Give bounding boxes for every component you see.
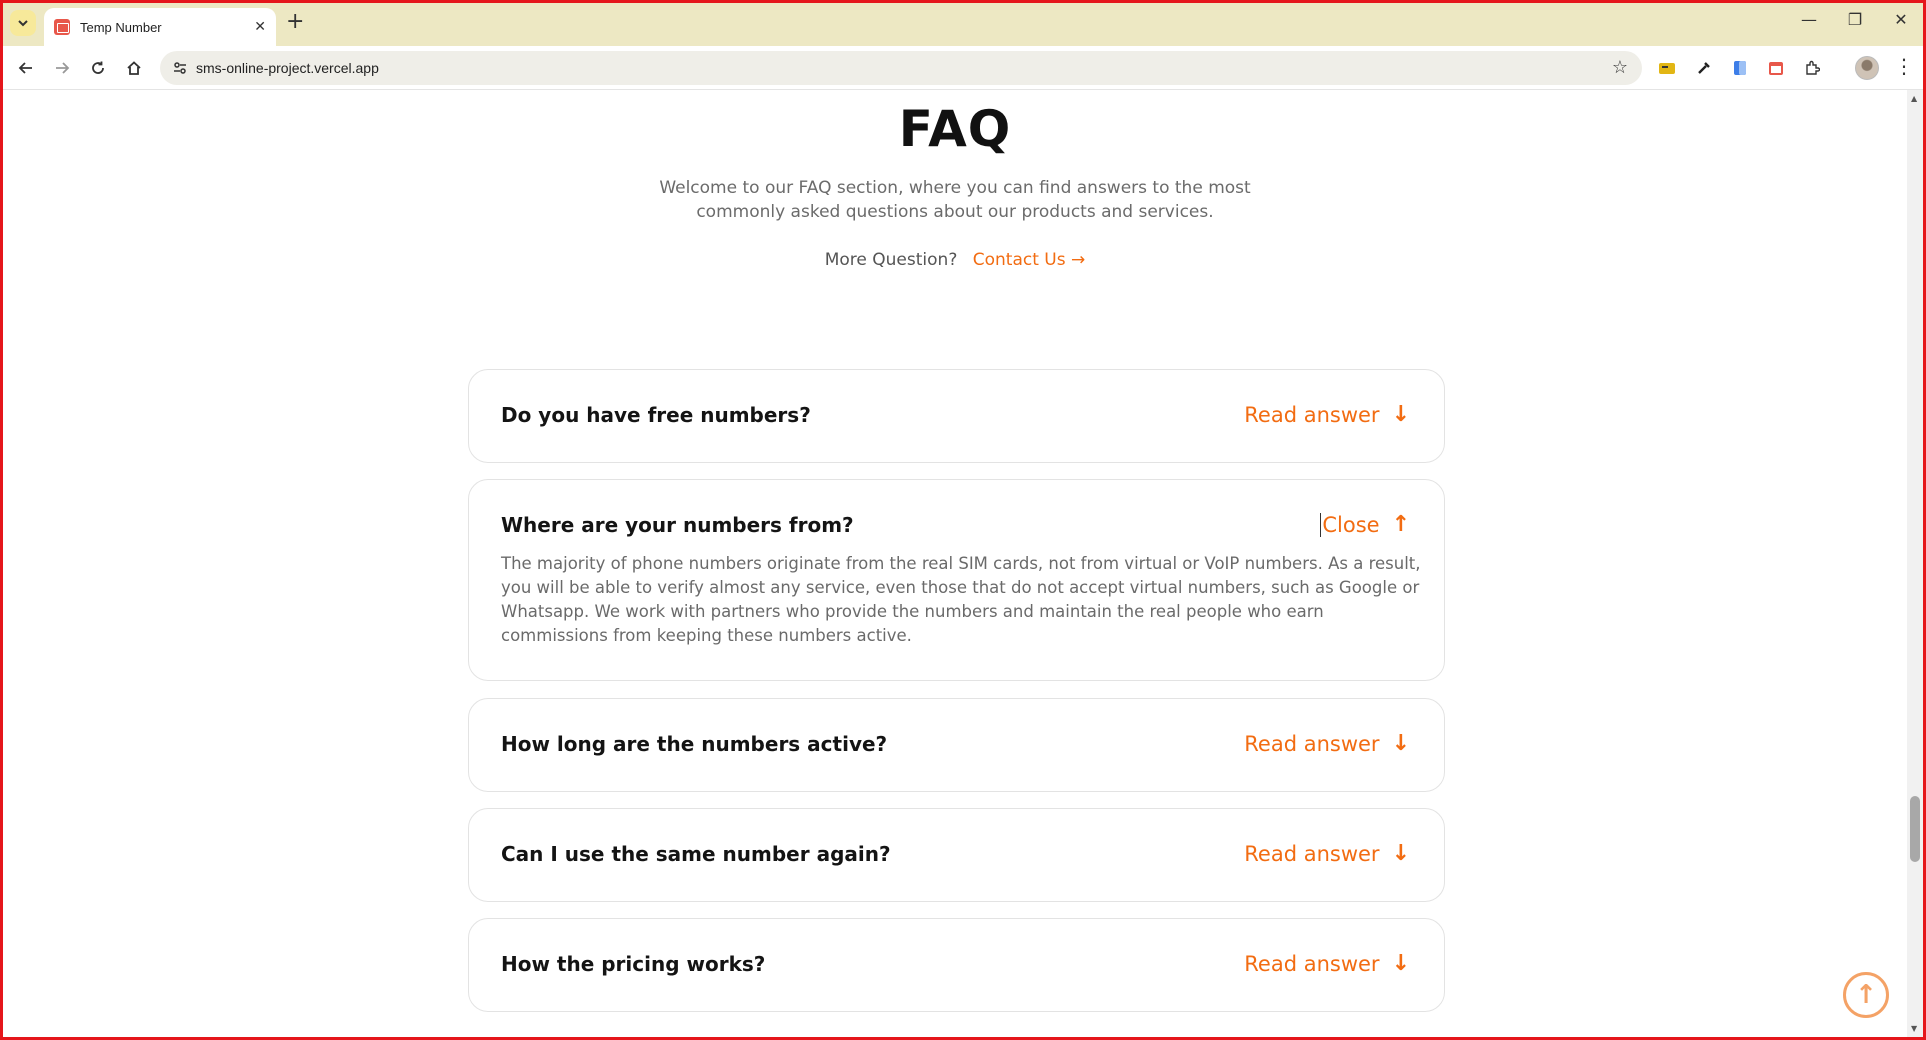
arrow-down-icon: ↓: [1391, 731, 1410, 756]
more-question-label: More Question?: [824, 250, 958, 270]
faq-item[interactable]: Do you have free numbers? Read answer ↓: [468, 369, 1445, 463]
calendar-favicon-icon: [54, 19, 70, 35]
tab-search-button[interactable]: [10, 10, 36, 36]
read-answer-label: Read answer: [1244, 951, 1380, 976]
text-cursor: [1320, 512, 1322, 537]
browser-toolbar: sms-online-project.vercel.app ☆ ⋮: [0, 46, 1926, 90]
close-window-button[interactable]: ✕: [1891, 10, 1911, 29]
arrow-right-icon: [56, 62, 70, 74]
faq-heading: FAQ: [898, 100, 1012, 158]
extension-eyedropper-icon[interactable]: [1694, 58, 1714, 78]
forward-button[interactable]: [50, 56, 74, 80]
home-icon: [127, 61, 141, 75]
faq-item[interactable]: Can I use the same number again? Read an…: [468, 808, 1445, 902]
arrow-down-icon: ↓: [1391, 841, 1410, 866]
scroll-up-arrow-icon[interactable]: ▲: [1911, 94, 1917, 103]
faq-item[interactable]: How the pricing works? Read answer ↓: [468, 918, 1445, 1012]
restore-button[interactable]: ❐: [1845, 10, 1865, 29]
extension-calendar-icon[interactable]: [1766, 58, 1786, 78]
faq-question: Do you have free numbers?: [501, 403, 811, 427]
read-answer-button[interactable]: Read answer ↓: [1244, 402, 1410, 427]
reload-icon: [92, 61, 104, 74]
contact-us-label: Contact Us: [972, 250, 1066, 270]
scrollbar-thumb[interactable]: [1910, 796, 1920, 862]
home-button[interactable]: [122, 56, 146, 80]
faq-question: How the pricing works?: [501, 952, 766, 976]
scroll-down-arrow-icon[interactable]: ▼: [1911, 1024, 1917, 1033]
url-text: sms-online-project.vercel.app: [196, 60, 379, 76]
faq-question: Where are your numbers from?: [501, 513, 854, 537]
browser-menu-icon[interactable]: ⋮: [1894, 54, 1914, 78]
page-content: FAQ Welcome to our FAQ section, where yo…: [3, 90, 1907, 1037]
read-answer-label: Read answer: [1244, 402, 1380, 427]
read-answer-button[interactable]: Read answer ↓: [1244, 731, 1410, 756]
tab-strip: Temp Number ✕ + — ❐ ✕: [0, 0, 1926, 46]
arrow-down-icon: ↓: [1391, 951, 1410, 976]
reload-button[interactable]: [86, 56, 110, 80]
faq-question: How long are the numbers active?: [501, 732, 888, 756]
close-answer-button[interactable]: Close ↑: [1320, 512, 1410, 537]
tab-title: Temp Number: [80, 19, 162, 35]
extensions-puzzle-icon[interactable]: [1802, 58, 1822, 78]
address-bar[interactable]: sms-online-project.vercel.app ☆: [160, 51, 1642, 85]
read-answer-label: Read answer: [1244, 731, 1380, 756]
contact-us-link[interactable]: Contact Us →: [973, 250, 1086, 270]
faq-answer: The majority of phone numbers originate …: [501, 554, 1421, 645]
browser-tab[interactable]: Temp Number ✕: [44, 8, 276, 46]
minimize-button[interactable]: —: [1799, 10, 1819, 29]
faq-item-expanded[interactable]: Where are your numbers from? Close ↑ The…: [468, 479, 1445, 681]
chevron-down-icon: [18, 20, 28, 27]
faq-question: Can I use the same number again?: [501, 842, 891, 866]
read-answer-button[interactable]: Read answer ↓: [1244, 841, 1410, 866]
new-tab-button[interactable]: +: [286, 11, 304, 33]
faq-item[interactable]: How long are the numbers active? Read an…: [468, 698, 1445, 792]
scroll-to-top-button[interactable]: ↑: [1843, 972, 1889, 1018]
arrow-down-icon: ↓: [1391, 402, 1410, 427]
back-button[interactable]: [14, 56, 38, 80]
arrow-left-icon: [18, 62, 32, 74]
profile-avatar[interactable]: [1855, 56, 1879, 80]
site-info-icon[interactable]: [172, 60, 188, 80]
read-answer-label: Read answer: [1244, 841, 1380, 866]
arrow-up-icon: ↑: [1391, 512, 1410, 537]
page-scrollbar[interactable]: ▲ ▼: [1907, 90, 1923, 1037]
extension-folder-icon[interactable]: [1657, 58, 1677, 78]
extension-translate-icon[interactable]: [1730, 58, 1750, 78]
arrow-right-icon: →: [1071, 250, 1086, 270]
close-label: Close: [1322, 512, 1380, 537]
more-question-row: More Question? Contact Us →: [3, 250, 1907, 270]
faq-intro: Welcome to our FAQ section, where you ca…: [659, 178, 1251, 222]
read-answer-button[interactable]: Read answer ↓: [1244, 951, 1410, 976]
tab-close-icon[interactable]: ✕: [254, 19, 266, 35]
bookmark-star-icon[interactable]: ☆: [1612, 57, 1628, 78]
arrow-up-icon: ↑: [1855, 980, 1877, 1010]
